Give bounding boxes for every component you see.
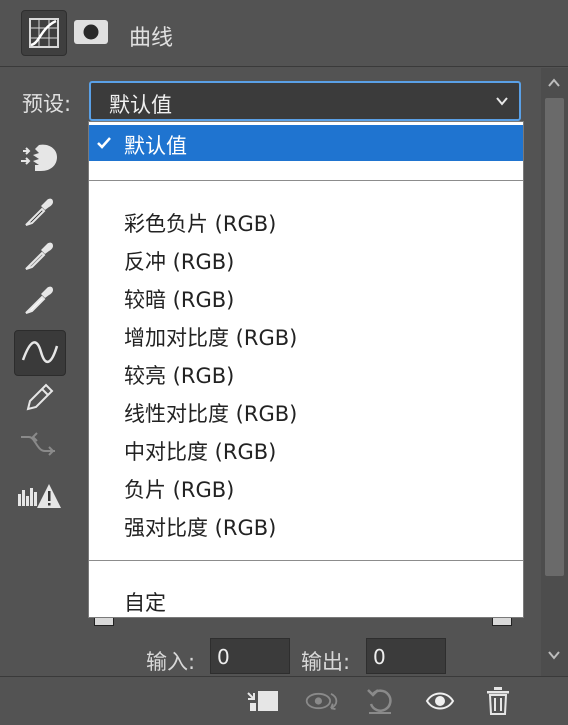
dropdown-item-label: 默认值 (124, 134, 187, 158)
dropdown-divider (89, 180, 523, 181)
dropdown-item[interactable]: 增加对比度 (RGB) (89, 317, 523, 353)
dropdown-item[interactable]: 中对比度 (RGB) (89, 431, 523, 467)
panel-title: 曲线 (129, 26, 174, 51)
scroll-up-icon[interactable] (547, 74, 561, 93)
dropdown-item-label: 中对比度 (RGB) (124, 440, 277, 464)
dropdown-item[interactable]: 负片 (RGB) (89, 469, 523, 505)
toggle-visibility-icon[interactable] (422, 685, 458, 717)
curves-adjustment-icon[interactable] (21, 10, 67, 56)
gray-point-eyedropper-icon[interactable] (14, 234, 64, 278)
checkmark-icon (96, 135, 112, 154)
layer-mask-icon[interactable] (69, 10, 113, 54)
dropdown-item-label: 线性对比度 (RGB) (124, 402, 298, 426)
preset-select-value: 默认值 (109, 93, 172, 117)
delete-icon[interactable] (480, 685, 516, 717)
dropdown-item[interactable]: 线性对比度 (RGB) (89, 393, 523, 429)
dropdown-item-custom[interactable]: 自定 (89, 582, 523, 618)
output-field[interactable]: 0 (366, 638, 446, 674)
input-label: 输入: (146, 650, 196, 674)
white-point-eyedropper-icon[interactable] (14, 278, 64, 322)
dropdown-item-label: 较暗 (RGB) (124, 288, 235, 312)
dropdown-item-label: 负片 (RGB) (124, 478, 235, 502)
panel-footer (0, 676, 568, 725)
panel-header: 曲线 (0, 0, 568, 67)
dropdown-item-default[interactable]: 默认值 (89, 125, 523, 161)
clip-to-layer-icon[interactable] (244, 685, 280, 717)
preset-label: 预设: (22, 92, 72, 116)
scroll-down-icon[interactable] (547, 646, 561, 665)
dropdown-item[interactable]: 反冲 (RGB) (89, 241, 523, 277)
dropdown-item-label: 自定 (124, 591, 166, 615)
dropdown-item-label: 增加对比度 (RGB) (124, 326, 298, 350)
view-previous-state-icon[interactable] (304, 685, 340, 717)
input-field[interactable]: 0 (210, 638, 290, 674)
dropdown-item[interactable]: 彩色负片 (RGB) (89, 203, 523, 239)
preset-dropdown-list: 默认值 彩色负片 (RGB) 反冲 (RGB) 较暗 (RGB) 增加对比度 (… (88, 121, 524, 618)
target-adjustment-hand-icon[interactable] (14, 136, 64, 180)
dropdown-item[interactable]: 强对比度 (RGB) (89, 507, 523, 543)
input-output-row: 输入: 0 输出: 0 (0, 638, 540, 674)
panel-scrollbar[interactable] (541, 68, 568, 678)
dropdown-item-label: 强对比度 (RGB) (124, 516, 277, 540)
dropdown-item[interactable]: 较暗 (RGB) (89, 279, 523, 315)
dropdown-item-label: 反冲 (RGB) (124, 250, 235, 274)
pencil-draw-icon[interactable] (14, 376, 64, 420)
dropdown-divider (89, 560, 523, 561)
smooth-curve-icon (14, 422, 64, 466)
black-point-eyedropper-icon[interactable] (14, 190, 64, 234)
dropdown-item-label: 彩色负片 (RGB) (124, 212, 277, 236)
edit-points-curve-icon[interactable] (14, 330, 66, 376)
dropdown-item-label: 较亮 (RGB) (124, 364, 235, 388)
clipping-warning-icon[interactable] (14, 474, 64, 518)
reset-icon[interactable] (362, 685, 398, 717)
dropdown-item[interactable]: 较亮 (RGB) (89, 355, 523, 391)
preset-select[interactable]: 默认值 (89, 81, 521, 121)
chevron-down-icon (495, 93, 509, 112)
output-label: 输出: (301, 650, 351, 674)
scrollbar-thumb[interactable] (545, 98, 564, 576)
